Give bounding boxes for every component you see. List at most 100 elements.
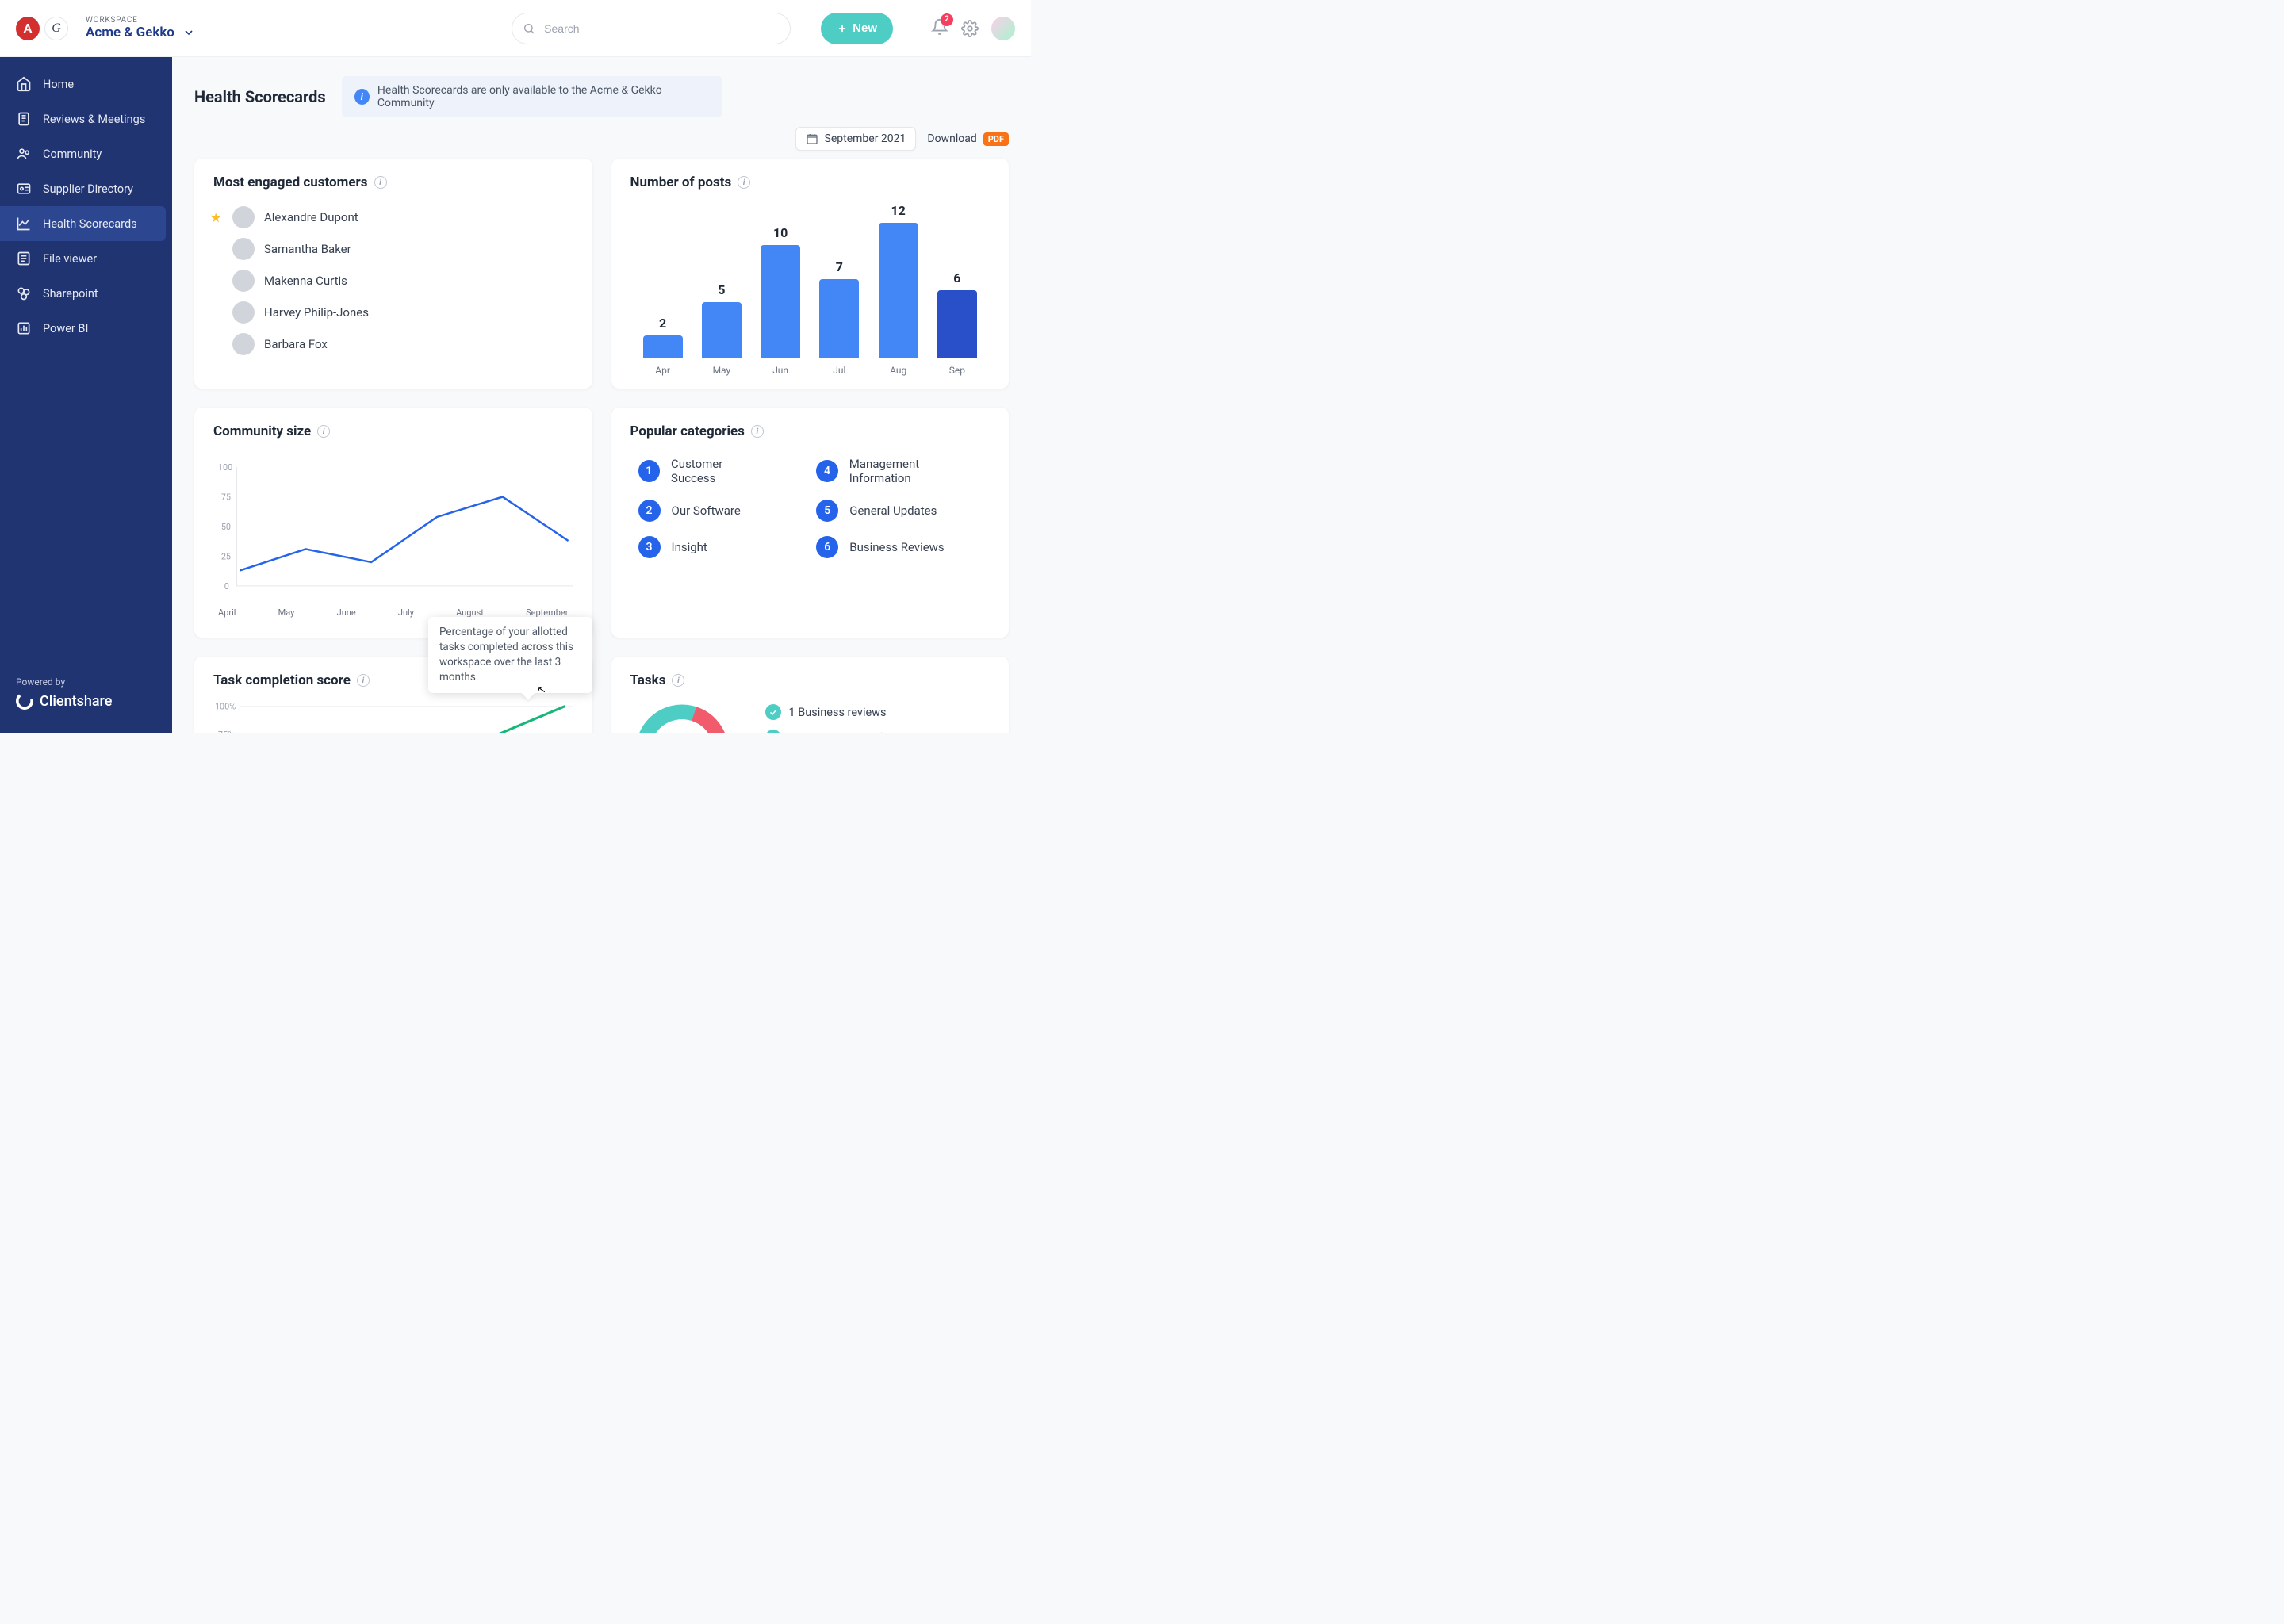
svg-text:100: 100 (218, 462, 232, 473)
task-completion-card: Percentage of your allotted tasks comple… (194, 657, 592, 733)
notifications-button[interactable]: 2 (931, 18, 948, 39)
category-rank: 4 (816, 460, 838, 482)
home-icon (16, 76, 32, 92)
sidebar-item-community[interactable]: Community (0, 136, 172, 171)
info-icon[interactable]: i (751, 425, 764, 438)
svg-text:75%: 75% (218, 730, 234, 733)
avatar (232, 238, 255, 260)
search-input[interactable] (512, 13, 791, 44)
customer-name: Makenna Curtis (264, 274, 347, 288)
category-label: Insight (672, 540, 707, 554)
sidebar-item-home[interactable]: Home (0, 67, 172, 102)
tooltip: Percentage of your allotted tasks comple… (428, 617, 592, 693)
workspace-label: WORKSPACE (86, 16, 195, 25)
new-button[interactable]: New (821, 13, 893, 44)
sidebar-item-health[interactable]: Health Scorecards (0, 206, 166, 241)
card-title: Task completion score (213, 672, 351, 688)
info-icon[interactable]: i (374, 176, 387, 189)
card-icon (16, 181, 32, 197)
download-button[interactable]: Download PDF (927, 132, 1009, 146)
workspace-switcher[interactable]: WORKSPACE Acme & Gekko (86, 16, 195, 40)
category-item[interactable]: 3Insight (638, 536, 769, 558)
card-title: Number of posts (630, 174, 732, 190)
task-item: 1 Management Information (765, 730, 929, 733)
bar-label: Aug (890, 365, 906, 376)
category-rank: 1 (638, 460, 661, 482)
community-line-chart: 100 75 50 25 0 (213, 450, 573, 601)
logo-gekko-icon: G (44, 17, 68, 40)
sidebar-item-sharepoint[interactable]: Sharepoint (0, 276, 172, 311)
sidebar-item-supplier[interactable]: Supplier Directory (0, 171, 172, 206)
bar-value: 2 (659, 316, 666, 331)
sidebar-item-label: Community (43, 147, 102, 161)
cursor-icon: ↖ (536, 683, 547, 697)
avatar (232, 270, 255, 292)
posts-bar-chart: 2Apr5May10Jun7Jul12Aug6Sep (630, 201, 991, 376)
category-item[interactable]: 4Management Information (816, 457, 982, 485)
engaged-customers-card: Most engaged customers i Alexandre Dupon… (194, 159, 592, 389)
category-item[interactable]: 2Our Software (638, 500, 769, 522)
customer-row[interactable]: Barbara Fox (213, 328, 573, 360)
customer-row[interactable]: Samantha Baker (213, 233, 573, 265)
bar-rect (819, 279, 859, 358)
sidebar-item-reviews[interactable]: Reviews & Meetings (0, 102, 172, 136)
sidebar-item-label: Home (43, 78, 74, 91)
category-item[interactable]: 5General Updates (816, 500, 982, 522)
clientshare-icon (16, 692, 33, 710)
x-axis-labels: AprilMayJuneJulyAugustSeptember (213, 604, 573, 618)
sidebar-item-file[interactable]: File viewer (0, 241, 172, 276)
svg-text:100%: 100% (215, 701, 236, 711)
logo-acme-icon: A (16, 17, 40, 40)
settings-icon[interactable] (961, 20, 979, 37)
powered-by-label: Powered by (16, 676, 156, 688)
search-icon (523, 22, 535, 35)
topbar: A G WORKSPACE Acme & Gekko New 2 (0, 0, 1031, 57)
sidebar-item-label: Reviews & Meetings (43, 113, 145, 126)
avatar (232, 333, 255, 355)
info-icon[interactable]: i (357, 674, 370, 687)
bar-rect (761, 245, 800, 358)
bar-value: 7 (836, 259, 843, 274)
info-icon[interactable]: i (738, 176, 750, 189)
svg-text:0: 0 (224, 581, 229, 592)
info-icon[interactable]: i (317, 425, 330, 438)
customer-name: Barbara Fox (264, 337, 328, 351)
customer-row[interactable]: Harvey Philip-Jones (213, 297, 573, 328)
user-avatar[interactable] (991, 17, 1015, 40)
bar-column: 5May (699, 282, 744, 376)
date-selector[interactable]: September 2021 (795, 127, 917, 151)
page-title: Health Scorecards (194, 87, 326, 106)
popular-categories-card: Popular categories i 1 Customer Success 2O… (611, 408, 1010, 638)
card-title: Most engaged customers (213, 174, 368, 190)
category-rank: 2 (638, 500, 661, 522)
svg-text:50: 50 (221, 522, 231, 532)
card-title: Popular categories (630, 423, 745, 439)
task-completion-chart: 100% 75% 50% (213, 699, 573, 733)
category-item[interactable]: 6Business Reviews (816, 536, 982, 558)
task-label: 1 Business reviews (789, 706, 887, 719)
bar-label: Sep (949, 365, 965, 376)
category-item[interactable]: 1 Customer Success (638, 457, 769, 485)
sidebar-item-label: File viewer (43, 252, 97, 266)
customer-name: Samantha Baker (264, 242, 351, 256)
bar-rect (879, 223, 918, 358)
main-content: Health Scorecards i Health Scorecards ar… (172, 57, 1031, 733)
workspace-logos: A G (16, 17, 68, 40)
customer-row[interactable]: Makenna Curtis (213, 265, 573, 297)
avatar (232, 206, 255, 228)
info-banner: i Health Scorecards are only available t… (342, 76, 722, 117)
chart-icon (16, 216, 32, 232)
bar-rect (643, 335, 683, 358)
info-icon[interactable]: i (672, 674, 684, 687)
chevron-down-icon (182, 26, 195, 39)
sidebar-item-powerbi[interactable]: Power BI (0, 311, 172, 346)
customer-row[interactable]: Alexandre Dupont (213, 201, 573, 233)
avatar (232, 301, 255, 324)
bar-value: 10 (773, 225, 788, 240)
sidebar-item-label: Health Scorecards (43, 217, 137, 231)
category-rank: 6 (816, 536, 838, 558)
bar-label: Apr (655, 365, 670, 376)
category-label: Customer Success (671, 457, 768, 485)
bar-value: 6 (953, 270, 960, 285)
card-title: Tasks (630, 672, 666, 688)
